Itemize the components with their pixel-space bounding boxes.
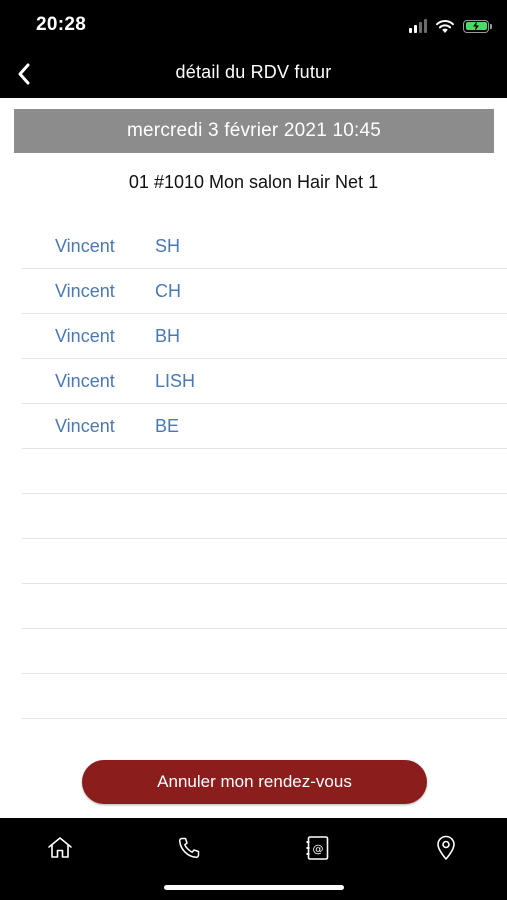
service-code: SH [155,235,181,256]
tab-phone[interactable] [169,828,209,868]
stylist-name: Vincent [55,280,115,301]
tab-location[interactable] [426,828,466,868]
service-code: LISH [155,370,196,391]
empty-list-row [22,449,507,494]
service-list: Vincent SH Vincent CH Vincent BH Vincent… [22,224,507,719]
tab-bar: @ [0,818,507,900]
tab-contacts[interactable]: @ [298,828,338,868]
empty-list-row [22,584,507,629]
stylist-name: Vincent [55,370,115,391]
list-item: Vincent SH [22,224,507,269]
list-item: Vincent CH [22,269,507,314]
contact-book-icon: @ [306,836,329,860]
empty-list-row [22,629,507,674]
empty-list-row [22,539,507,584]
svg-text:@: @ [313,843,324,856]
cellular-signal-icon [409,19,427,33]
service-code: BH [155,325,181,346]
list-item: Vincent LISH [22,359,507,404]
navigation-bar: détail du RDV futur [0,50,507,98]
status-bar: 20:28 [0,0,507,50]
status-time: 20:28 [36,14,87,35]
cancel-appointment-button[interactable]: Annuler mon rendez-vous [82,760,427,804]
status-icons [409,16,492,36]
home-icon [48,837,72,858]
home-indicator[interactable] [164,885,344,890]
service-code: BE [155,415,180,436]
service-code: CH [155,280,181,301]
wifi-icon [436,19,454,33]
battery-charging-icon [463,19,492,33]
list-item: Vincent BE [22,404,507,449]
stylist-name: Vincent [55,415,115,436]
stylist-name: Vincent [55,235,115,256]
salon-name: 01 #1010 Mon salon Hair Net 1 [128,172,379,192]
list-item: Vincent BH [22,314,507,359]
tab-home[interactable] [40,828,80,868]
empty-list-row [22,494,507,539]
location-pin-icon [437,835,455,860]
appointment-date-banner: mercredi 3 février 2021 10:45 [14,109,494,153]
page-title: détail du RDV futur [175,62,332,82]
phone-icon [178,837,200,859]
empty-list-row [22,674,507,719]
stylist-name: Vincent [55,325,115,346]
